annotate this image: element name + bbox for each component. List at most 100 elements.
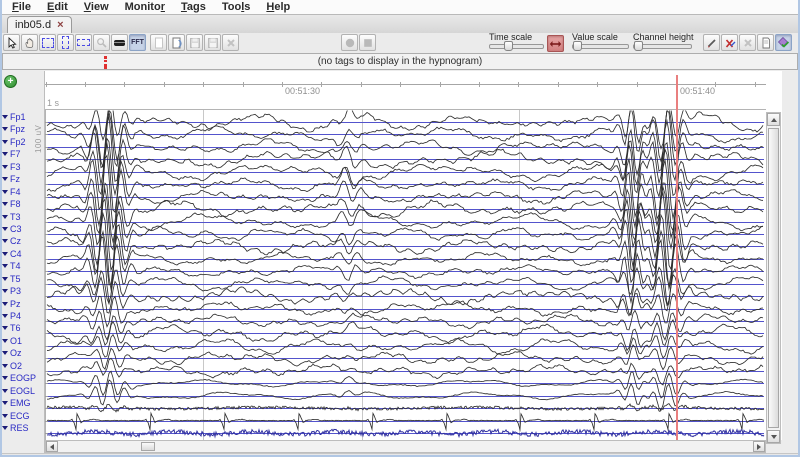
channel-dropdown-icon[interactable] — [2, 177, 8, 181]
menu-help[interactable]: Help — [258, 0, 298, 14]
channel-dropdown-icon[interactable] — [2, 314, 8, 318]
menu-monitor[interactable]: Monitor — [117, 0, 173, 14]
channel-label-res[interactable]: RES — [2, 423, 29, 433]
channel-label-f7[interactable]: F7 — [2, 149, 21, 159]
channel-label-o1[interactable]: O1 — [2, 336, 22, 346]
channel-label-fp2[interactable]: Fp2 — [2, 137, 26, 147]
menu-tags[interactable]: Tags — [173, 0, 214, 14]
time-scale-slider[interactable] — [489, 44, 544, 49]
horizontal-scrollbar[interactable] — [45, 440, 766, 453]
magnifier-button[interactable] — [93, 34, 110, 51]
tab-inb05[interactable]: inb05.d × — [7, 16, 72, 33]
stop-button[interactable] — [359, 34, 376, 51]
calibration-button[interactable] — [111, 34, 128, 51]
channel-dropdown-icon[interactable] — [2, 389, 8, 393]
channel-label-f3[interactable]: F3 — [2, 162, 21, 172]
channel-label-eogl[interactable]: EOGL — [2, 386, 35, 396]
channel-dropdown-icon[interactable] — [2, 414, 8, 418]
add-tag-button[interactable]: + — [4, 75, 17, 88]
duplicate-view-button[interactable] — [168, 34, 185, 51]
scroll-left-button[interactable] — [46, 441, 58, 452]
channel-label-fz[interactable]: Fz — [2, 174, 20, 184]
channel-dropdown-icon[interactable] — [2, 252, 8, 256]
channel-label-p4[interactable]: P4 — [2, 311, 21, 321]
menu-view[interactable]: View — [76, 0, 117, 14]
delete-disabled-button[interactable] — [739, 34, 756, 51]
channel-label-pz[interactable]: Pz — [2, 299, 21, 309]
channel-dropdown-icon[interactable] — [2, 401, 8, 405]
pointer-tool-button[interactable] — [3, 34, 20, 51]
channel-label-fp1[interactable]: Fp1 — [2, 112, 26, 122]
new-view-button[interactable] — [150, 34, 167, 51]
channel-label-t5[interactable]: T5 — [2, 274, 21, 284]
vertical-select-button[interactable] — [57, 34, 74, 51]
channel-label-cz[interactable]: Cz — [2, 236, 21, 246]
channel-label-emg[interactable]: EMG — [2, 398, 31, 408]
scroll-down-button[interactable] — [767, 430, 780, 443]
channel-label-t3[interactable]: T3 — [2, 212, 21, 222]
channel-dropdown-icon[interactable] — [2, 376, 8, 380]
channel-dropdown-icon[interactable] — [2, 364, 8, 368]
channel-label-o2[interactable]: O2 — [2, 361, 22, 371]
channel-dropdown-icon[interactable] — [2, 227, 8, 231]
channel-label-fpz[interactable]: Fpz — [2, 124, 25, 134]
fft-button[interactable]: FFT — [129, 34, 146, 51]
scroll-up-button[interactable] — [767, 113, 780, 126]
zoom-rect-select-button[interactable] — [39, 34, 56, 51]
tab-close-icon[interactable]: × — [57, 20, 63, 30]
channel-label-f8[interactable]: F8 — [2, 199, 21, 209]
channel-dropdown-icon[interactable] — [2, 127, 8, 131]
pen-tool-button[interactable] — [703, 34, 720, 51]
channel-label-c4[interactable]: C4 — [2, 249, 22, 259]
value-scale-thumb[interactable] — [573, 41, 582, 51]
channel-dropdown-icon[interactable] — [2, 326, 8, 330]
channel-dropdown-icon[interactable] — [2, 351, 8, 355]
channel-dropdown-icon[interactable] — [2, 426, 8, 430]
channel-dropdown-icon[interactable] — [2, 239, 8, 243]
channel-dropdown-icon[interactable] — [2, 215, 8, 219]
channel-label-c3[interactable]: C3 — [2, 224, 22, 234]
channel-dropdown-icon[interactable] — [2, 339, 8, 343]
channel-dropdown-icon[interactable] — [2, 302, 8, 306]
signal-canvas[interactable] — [45, 71, 766, 440]
horizontal-scroll-thumb[interactable] — [141, 442, 155, 451]
channel-dropdown-icon[interactable] — [2, 140, 8, 144]
menu-edit[interactable]: Edit — [39, 0, 76, 14]
erase-tag-button[interactable] — [721, 34, 738, 51]
hypnogram-position-cursor[interactable] — [104, 56, 107, 69]
channel-dropdown-icon[interactable] — [2, 190, 8, 194]
fit-width-button[interactable] — [547, 35, 564, 52]
channel-label-t6[interactable]: T6 — [2, 323, 21, 333]
hand-tool-button[interactable] — [21, 34, 38, 51]
channel-dropdown-icon[interactable] — [2, 152, 8, 156]
channel-label-f4[interactable]: F4 — [2, 187, 21, 197]
channel-label-p3[interactable]: P3 — [2, 286, 21, 296]
menu-tools[interactable]: Tools — [214, 0, 259, 14]
signal-position-cursor[interactable] — [676, 75, 678, 440]
time-scale-thumb[interactable] — [504, 41, 513, 51]
channel-label-eogp[interactable]: EOGP — [2, 373, 36, 383]
scroll-right-button[interactable] — [753, 441, 765, 452]
menu-file[interactable]: File — [4, 0, 39, 14]
record-button[interactable] — [341, 34, 358, 51]
channel-height-thumb[interactable] — [634, 41, 643, 51]
close-view-button[interactable] — [222, 34, 239, 51]
vertical-scroll-thumb[interactable] — [768, 128, 779, 428]
channel-dropdown-icon[interactable] — [2, 165, 8, 169]
vertical-scrollbar[interactable] — [766, 112, 781, 444]
channel-dropdown-icon[interactable] — [2, 115, 8, 119]
channel-label-t4[interactable]: T4 — [2, 261, 21, 271]
document-tool-button[interactable] — [757, 34, 774, 51]
channel-height-slider[interactable] — [633, 44, 692, 49]
events-toggle-button[interactable] — [775, 34, 792, 51]
save-button[interactable] — [186, 34, 203, 51]
horizontal-select-button[interactable] — [75, 34, 92, 51]
value-scale-slider[interactable] — [572, 44, 629, 49]
channel-dropdown-icon[interactable] — [2, 289, 8, 293]
channel-label-oz[interactable]: Oz — [2, 348, 22, 358]
channel-dropdown-icon[interactable] — [2, 202, 8, 206]
channel-dropdown-icon[interactable] — [2, 277, 8, 281]
channel-label-ecg[interactable]: ECG — [2, 411, 30, 421]
channel-dropdown-icon[interactable] — [2, 264, 8, 268]
save-as-button[interactable] — [204, 34, 221, 51]
